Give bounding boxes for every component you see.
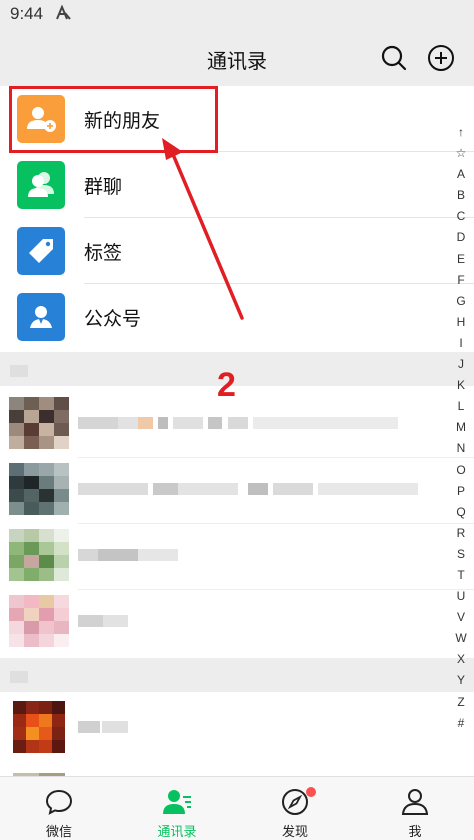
tab-label: 微信 xyxy=(45,825,72,840)
index-letter[interactable]: R xyxy=(450,523,472,544)
index-letter[interactable]: W xyxy=(450,628,472,649)
app-notification-icon xyxy=(56,5,71,20)
status-bar: 9:44 xyxy=(0,0,474,30)
contact-name-blurred xyxy=(78,549,178,561)
tab-label: 发现 xyxy=(281,825,308,840)
index-letter[interactable]: V xyxy=(450,607,472,628)
index-letter[interactable]: E xyxy=(450,249,472,270)
contact-name-blurred xyxy=(78,483,418,495)
index-letter[interactable]: P xyxy=(450,481,472,502)
section-header xyxy=(0,352,474,386)
search-icon[interactable] xyxy=(380,44,408,72)
contact-avatar xyxy=(9,529,69,581)
index-letter[interactable]: # xyxy=(450,713,472,734)
section-letter-blurred xyxy=(10,671,28,683)
tag-icon xyxy=(17,227,65,275)
contact-avatar xyxy=(9,463,69,515)
contact-row[interactable] xyxy=(0,458,474,524)
index-letter[interactable]: G xyxy=(450,291,472,312)
index-letter[interactable]: O xyxy=(450,460,472,481)
contact-name-blurred xyxy=(78,721,128,733)
index-letter[interactable]: D xyxy=(450,227,472,248)
index-letter[interactable]: Q xyxy=(450,502,472,523)
contact-name-blurred xyxy=(78,615,128,627)
index-letter[interactable]: Z xyxy=(450,692,472,713)
contact-row[interactable] xyxy=(0,696,474,762)
index-letter[interactable]: L xyxy=(450,396,472,417)
index-letter[interactable]: A xyxy=(450,164,472,185)
tab-discover[interactable]: 发现 xyxy=(236,777,354,840)
contact-row[interactable] xyxy=(0,768,474,776)
index-letter[interactable]: F xyxy=(450,270,472,291)
bottom-tab-bar: 微信 通讯录 发现 我 xyxy=(0,776,474,840)
menu-label: 标签 xyxy=(84,242,123,264)
menu-tags[interactable]: 标签 xyxy=(0,218,474,284)
index-letter[interactable]: ↑ xyxy=(450,122,472,143)
menu-label: 群聊 xyxy=(84,176,123,198)
index-letter[interactable]: B xyxy=(450,185,472,206)
plus-circle-icon[interactable] xyxy=(427,44,455,72)
contact-row[interactable] xyxy=(0,392,474,458)
tab-contacts[interactable]: 通讯录 xyxy=(118,777,236,840)
index-letter[interactable]: Y xyxy=(450,670,472,691)
contacts-list: 新的朋友 群聊 标签 公众号 xyxy=(0,86,474,776)
tab-chats[interactable]: 微信 xyxy=(0,777,118,840)
index-letter[interactable]: I xyxy=(450,333,472,354)
section-letter-blurred xyxy=(10,365,28,377)
index-letter[interactable]: T xyxy=(450,565,472,586)
contact-row[interactable] xyxy=(0,590,474,656)
chat-bubble-icon xyxy=(45,789,73,815)
official-account-icon xyxy=(17,293,65,341)
index-letter[interactable]: K xyxy=(450,375,472,396)
notification-badge xyxy=(306,787,316,797)
menu-label: 公众号 xyxy=(84,308,142,330)
status-time: 9:44 xyxy=(10,4,44,23)
step-number: 2 xyxy=(217,366,236,404)
index-letter[interactable]: J xyxy=(450,354,472,375)
index-letter[interactable]: X xyxy=(450,649,472,670)
contact-name-blurred xyxy=(78,417,398,429)
index-letter[interactable]: S xyxy=(450,544,472,565)
contact-avatar xyxy=(9,397,69,449)
menu-official-accounts[interactable]: 公众号 xyxy=(0,284,474,350)
index-letter[interactable]: M xyxy=(450,417,472,438)
contact-row[interactable] xyxy=(0,524,474,590)
index-letter[interactable]: H xyxy=(450,312,472,333)
index-letter[interactable]: C xyxy=(450,206,472,227)
tab-label: 我 xyxy=(408,825,422,840)
index-letter[interactable]: N xyxy=(450,438,472,459)
index-letter[interactable]: U xyxy=(450,586,472,607)
tab-label: 通讯录 xyxy=(157,825,197,840)
highlight-box xyxy=(9,86,218,153)
contacts-icon xyxy=(163,790,191,814)
alphabet-index[interactable]: ↑ ☆ A B C D E F G H I J K L M N O P Q R S T U V W X Y Z # xyxy=(450,122,472,734)
section-header xyxy=(0,658,474,692)
group-chat-icon xyxy=(17,161,65,209)
top-nav-bar: 通讯录 xyxy=(0,30,474,86)
contact-avatar xyxy=(13,701,65,753)
contact-avatar xyxy=(9,595,69,647)
tab-me[interactable]: 我 xyxy=(356,777,474,840)
person-icon xyxy=(401,789,429,815)
index-letter[interactable]: ☆ xyxy=(450,143,472,164)
menu-group-chats[interactable]: 群聊 xyxy=(0,152,474,218)
